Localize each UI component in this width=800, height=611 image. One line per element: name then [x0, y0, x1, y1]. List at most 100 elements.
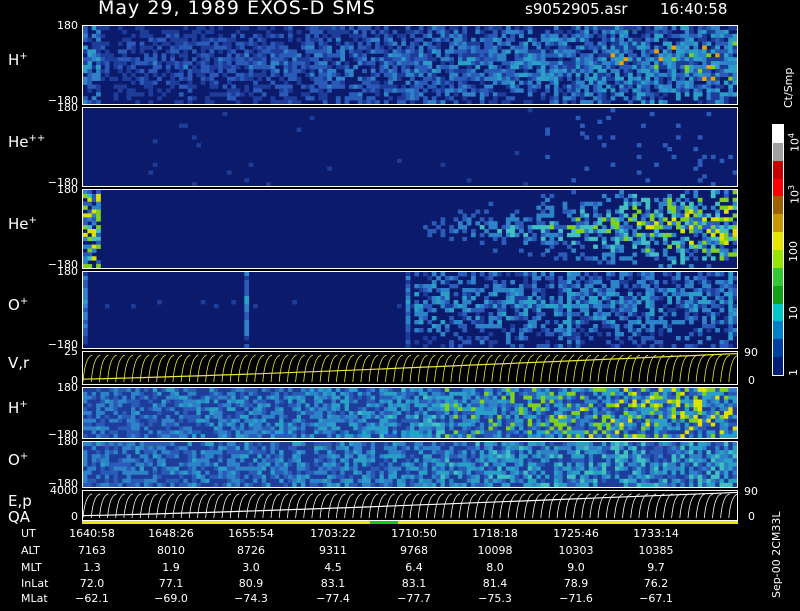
- spectrogram-cell: [510, 233, 515, 237]
- spectrogram-cell: [375, 426, 380, 430]
- spectrogram-cell: [436, 77, 441, 81]
- spectrogram-cell: [693, 65, 698, 69]
- spectrogram-cell: [327, 26, 332, 30]
- spectrogram-cell: [135, 77, 140, 81]
- spectrogram-cell: [689, 38, 694, 42]
- spectrogram-cell: [550, 77, 555, 81]
- spectrogram-cell: [87, 388, 92, 392]
- spectrogram-cell: [558, 57, 563, 61]
- spectrogram-cell: [170, 85, 175, 89]
- spectrogram-cell: [175, 403, 180, 407]
- spectrogram-cell: [292, 300, 297, 304]
- spectrogram-cell: [83, 46, 88, 50]
- spectrogram-cell: [576, 85, 581, 89]
- spectrogram-cell: [349, 407, 354, 411]
- spectrogram-cell: [253, 403, 258, 407]
- spectrogram-cell: [284, 57, 289, 61]
- spectrogram-cell: [388, 434, 393, 438]
- spectrogram-cell: [471, 320, 476, 324]
- spectrogram-cell: [584, 304, 589, 308]
- spectrogram-cell: [519, 400, 524, 404]
- spectrogram-cell: [275, 61, 280, 65]
- spectrogram-cell: [728, 217, 733, 221]
- spectrogram-cell: [641, 85, 646, 89]
- spectrogram-cell: [641, 57, 646, 61]
- spectrogram-cell: [698, 213, 703, 217]
- spectrogram-cell: [454, 430, 459, 434]
- spectrogram-cell: [619, 65, 624, 69]
- spectrogram-cell: [449, 237, 454, 241]
- spectrogram-cell: [724, 198, 729, 202]
- spectrogram-cell: [244, 328, 249, 332]
- spectrogram-cell: [96, 77, 101, 81]
- spectrogram-cell: [153, 38, 158, 42]
- spectrogram-cell: [175, 407, 180, 411]
- spectrogram-cell: [545, 434, 550, 438]
- spectrogram-cell: [323, 65, 328, 69]
- spectrogram-cell: [441, 392, 446, 396]
- spectrogram-cell: [192, 38, 197, 42]
- spectrogram-cell: [693, 61, 698, 65]
- spectrogram-cell: [628, 38, 633, 42]
- spectrogram-cell: [545, 392, 550, 396]
- spectrogram-cell: [397, 388, 402, 392]
- spectrogram-cell: [227, 53, 232, 57]
- spectrogram-cell: [515, 53, 520, 57]
- spectrogram-cell: [231, 69, 236, 73]
- spectrogram-cell: [689, 252, 694, 256]
- spectrogram-cell: [223, 434, 228, 438]
- spectrogram-cell: [179, 407, 184, 411]
- spectrogram-cell: [318, 411, 323, 415]
- spectrogram-cell: [87, 88, 92, 92]
- spectrogram-cell: [406, 284, 411, 288]
- spectrogram-cell: [249, 434, 254, 438]
- spectrogram-cell: [349, 42, 354, 46]
- spectrogram-cell: [353, 396, 358, 400]
- spectrogram-cell: [249, 57, 254, 61]
- spectrogram-cell: [567, 233, 572, 237]
- spectrogram-cell: [593, 272, 598, 276]
- spectrogram-cell: [554, 96, 559, 100]
- spectrogram-cell: [205, 415, 210, 419]
- spectrogram-cell: [454, 300, 459, 304]
- spectrogram-cell: [645, 300, 650, 304]
- spectrogram-cell: [659, 340, 664, 344]
- spectrogram-cell: [541, 241, 546, 245]
- spectrogram-cell: [471, 423, 476, 427]
- spectrogram-cell: [140, 434, 145, 438]
- spectrogram-cell: [297, 403, 302, 407]
- spectrogram-cell: [205, 396, 210, 400]
- spectrogram-cell: [702, 155, 707, 159]
- spectrogram-cell: [441, 85, 446, 89]
- spectrogram-cell: [209, 65, 214, 69]
- spectrogram-cell: [584, 217, 589, 221]
- spectrogram-cell: [480, 411, 485, 415]
- spectrogram-cell: [318, 400, 323, 404]
- spectrogram-cell: [318, 46, 323, 50]
- spectrogram-cell: [711, 26, 716, 30]
- spectrogram-cell: [506, 388, 511, 392]
- spectrogram-cell: [654, 221, 659, 225]
- spectrogram-cell: [310, 65, 315, 69]
- spectrogram-cell: [632, 65, 637, 69]
- spectrogram-cell: [414, 85, 419, 89]
- spectrogram-cell: [188, 100, 193, 104]
- spectrogram-cell: [728, 81, 733, 85]
- spectrogram-cell: [663, 249, 668, 253]
- spectrogram-cell: [327, 426, 332, 430]
- spectrogram-cell: [253, 388, 258, 392]
- spectrogram-cell: [654, 296, 659, 300]
- spectrogram-cell: [523, 284, 528, 288]
- spectrogram-cell: [672, 256, 677, 260]
- spectrogram-cell: [536, 77, 541, 81]
- spectrogram-cell: [227, 396, 232, 400]
- spectrogram-cell: [127, 42, 132, 46]
- spectrogram-cell: [597, 316, 602, 320]
- spectrogram-cell: [441, 292, 446, 296]
- spectrogram-cell: [576, 65, 581, 69]
- spectrogram-cell: [314, 88, 319, 92]
- spectrogram-cell: [488, 38, 493, 42]
- spectrogram-cell: [275, 423, 280, 427]
- spectrogram-cell: [663, 143, 668, 147]
- spectrogram-cell: [475, 324, 480, 328]
